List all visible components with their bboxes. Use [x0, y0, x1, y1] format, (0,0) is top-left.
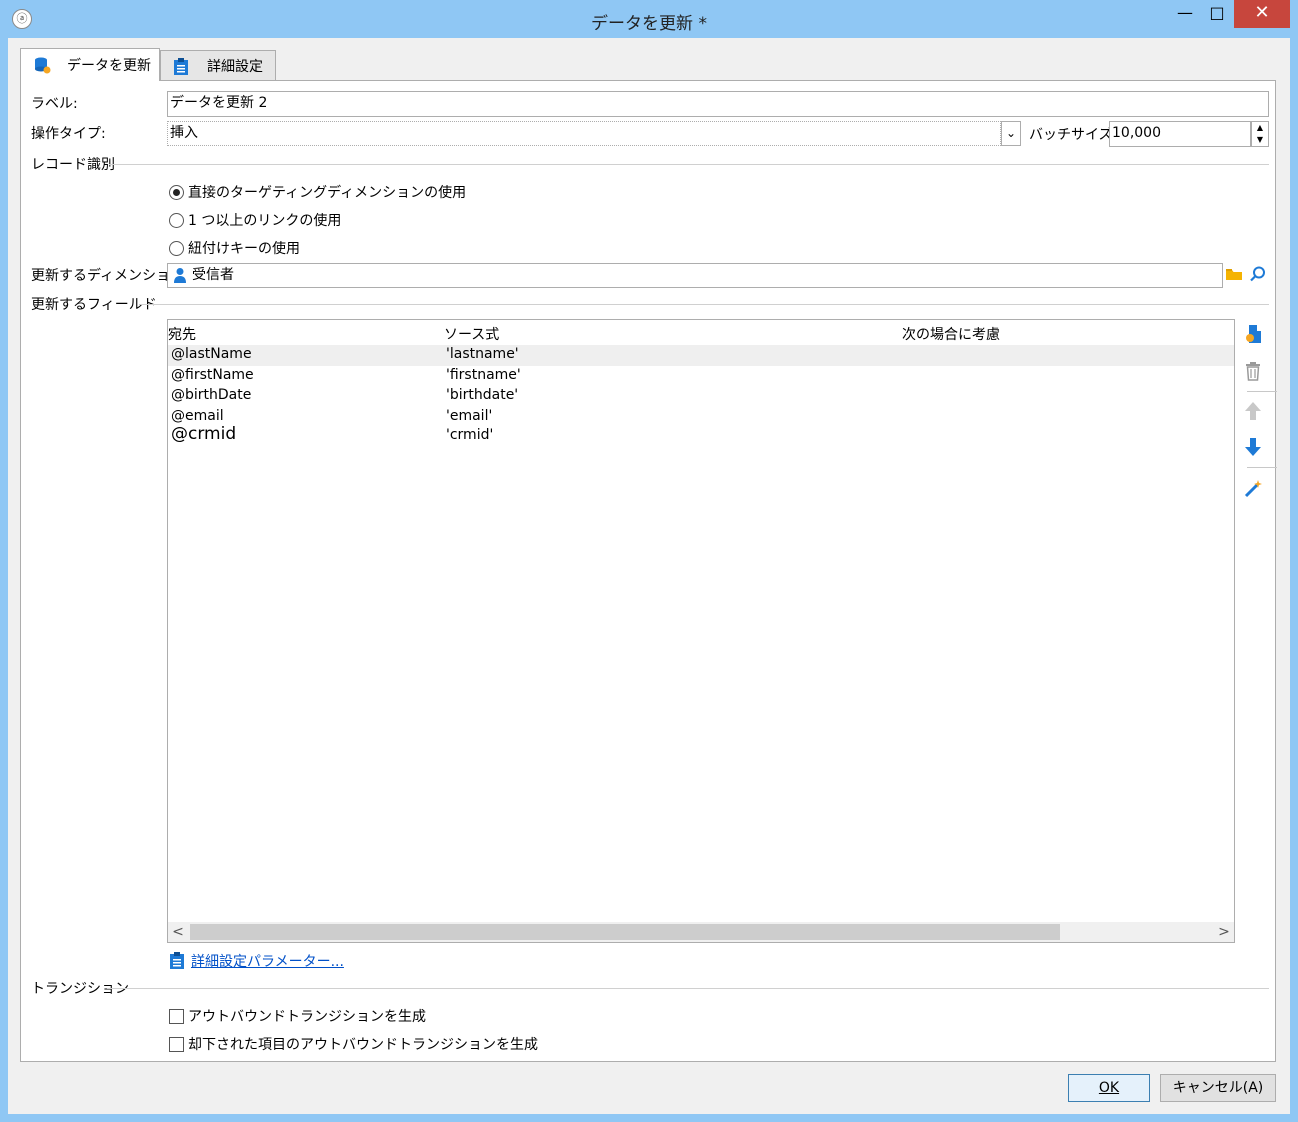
cell-source: 'birthdate'	[446, 387, 519, 403]
checkbox-rejected-transition[interactable]: 却下された項目のアウトバウンドトランジションを生成	[169, 1034, 538, 1054]
table-row[interactable]: @crmid 'crmid'	[168, 424, 1234, 447]
cell-destination: @firstName	[171, 367, 254, 383]
cell-source: 'crmid'	[446, 427, 494, 443]
clipboard-icon	[173, 57, 191, 75]
radio-direct-targeting-label: 直接のターゲティングディメンションの使用	[188, 185, 467, 201]
operation-type-select[interactable]: 挿入	[167, 121, 1001, 146]
table-row[interactable]: @email 'email'	[168, 407, 1234, 428]
radio-reconciliation-key-label: 紐付けキーの使用	[188, 241, 300, 257]
column-header-source[interactable]: ソース式	[444, 324, 499, 344]
batch-size-stepper[interactable]: ▲ ▼	[1251, 121, 1269, 147]
checkbox-outbound-transition[interactable]: アウトバウンドトランジションを生成	[169, 1006, 426, 1026]
maximize-button[interactable]: □	[1202, 0, 1232, 28]
toolbar-separator	[1247, 391, 1277, 392]
add-field-icon[interactable]	[1241, 323, 1265, 347]
stepper-down-icon[interactable]: ▼	[1252, 134, 1268, 146]
table-row[interactable]: @firstName 'firstname'	[168, 366, 1234, 387]
search-icon[interactable]	[1249, 265, 1267, 285]
section-divider	[139, 304, 1269, 305]
table-row[interactable]: @birthDate 'birthdate'	[168, 386, 1234, 407]
scrollbar-thumb[interactable]	[190, 924, 1060, 940]
tab-advanced-label: 詳細設定	[207, 58, 263, 75]
checkbox-rejected-transition-label: 却下された項目のアウトバウンドトランジションを生成	[188, 1037, 538, 1053]
tab-panel: ラベル: データを更新 2 操作タイプ: 挿入 ⌄ バッチサイズ: 10,000…	[20, 80, 1277, 1062]
dialog-window: ⓐ データを更新 * — □ ✕ データを更新 詳細設定 ラベル: データを更新…	[0, 0, 1298, 1122]
fields-heading: 更新するフィールド	[31, 297, 157, 313]
cell-source: 'email'	[446, 408, 493, 424]
dialog-client: データを更新 詳細設定 ラベル: データを更新 2 操作タイプ: 挿入 ⌄ バッ…	[8, 38, 1290, 1114]
checkbox-icon	[169, 1008, 184, 1024]
tab-advanced[interactable]: 詳細設定	[160, 50, 276, 80]
advanced-parameters-link[interactable]: 詳細設定パラメーター...	[191, 951, 344, 971]
ok-button-label: OK	[1098, 1080, 1120, 1096]
arrow-down-icon[interactable]	[1241, 437, 1265, 461]
title-bar: ⓐ データを更新 * — □ ✕	[0, 0, 1298, 38]
cell-destination: @email	[171, 408, 224, 424]
ok-button[interactable]: OK	[1068, 1074, 1150, 1102]
grid-header: 宛先 ソース式 次の場合に考慮	[168, 320, 1234, 344]
folder-icon[interactable]	[1225, 265, 1243, 285]
column-header-condition[interactable]: 次の場合に考慮	[902, 324, 1000, 344]
tab-update-data-label: データを更新	[67, 58, 151, 74]
tab-update-data[interactable]: データを更新	[20, 48, 160, 81]
checkbox-icon	[169, 1036, 184, 1052]
section-divider	[109, 164, 1269, 165]
cell-destination: @crmid	[171, 424, 237, 444]
radio-unselected-icon	[169, 212, 184, 228]
horizontal-scrollbar[interactable]: < >	[168, 922, 1234, 942]
batch-size-input[interactable]: 10,000	[1109, 121, 1251, 147]
dimension-field[interactable]: 受信者	[167, 263, 1223, 288]
fields-grid[interactable]: 宛先 ソース式 次の場合に考慮 @lastName 'lastname' @fi…	[167, 319, 1235, 943]
column-header-destination[interactable]: 宛先	[168, 324, 196, 344]
cell-destination: @lastName	[171, 346, 252, 362]
radio-selected-icon	[169, 184, 184, 200]
window-title: データを更新 *	[591, 14, 707, 34]
cell-destination: @birthDate	[171, 387, 252, 403]
toolbar-separator	[1247, 467, 1277, 468]
radio-unselected-icon	[169, 240, 184, 256]
cell-source: 'firstname'	[446, 367, 521, 383]
radio-links-label: 1 つ以上のリンクの使用	[188, 213, 342, 229]
close-button[interactable]: ✕	[1234, 0, 1290, 28]
table-row[interactable]: @lastName 'lastname'	[168, 345, 1234, 366]
chevron-down-icon[interactable]: ⌄	[1001, 121, 1021, 146]
person-icon	[173, 267, 187, 283]
arrow-up-icon[interactable]	[1241, 401, 1265, 425]
checkbox-outbound-transition-label: アウトバウンドトランジションを生成	[188, 1009, 426, 1025]
clipboard-icon	[169, 951, 185, 969]
operation-type-caption: 操作タイプ:	[31, 126, 106, 142]
batch-size-caption: バッチサイズ:	[1029, 127, 1118, 143]
magic-wand-icon[interactable]	[1241, 479, 1265, 503]
database-refresh-icon	[33, 56, 51, 74]
scroll-right-icon[interactable]: >	[1214, 922, 1234, 942]
radio-direct-targeting[interactable]: 直接のターゲティングディメンションの使用	[169, 182, 466, 202]
radio-links[interactable]: 1 つ以上のリンクの使用	[169, 210, 341, 230]
trash-icon[interactable]	[1241, 361, 1265, 385]
section-divider	[107, 988, 1269, 989]
dimension-caption: 更新するディメンション:	[31, 268, 189, 284]
record-identification-heading: レコード識別	[31, 157, 115, 173]
cancel-button[interactable]: キャンセル(A)	[1160, 1074, 1276, 1102]
cell-source: 'lastname'	[446, 346, 519, 362]
minimize-button[interactable]: —	[1170, 0, 1200, 28]
label-input[interactable]: データを更新 2	[167, 91, 1269, 117]
stepper-up-icon[interactable]: ▲	[1252, 122, 1268, 134]
scroll-left-icon[interactable]: <	[168, 922, 188, 942]
label-caption: ラベル:	[31, 96, 78, 112]
radio-reconciliation-key[interactable]: 紐付けキーの使用	[169, 238, 300, 258]
